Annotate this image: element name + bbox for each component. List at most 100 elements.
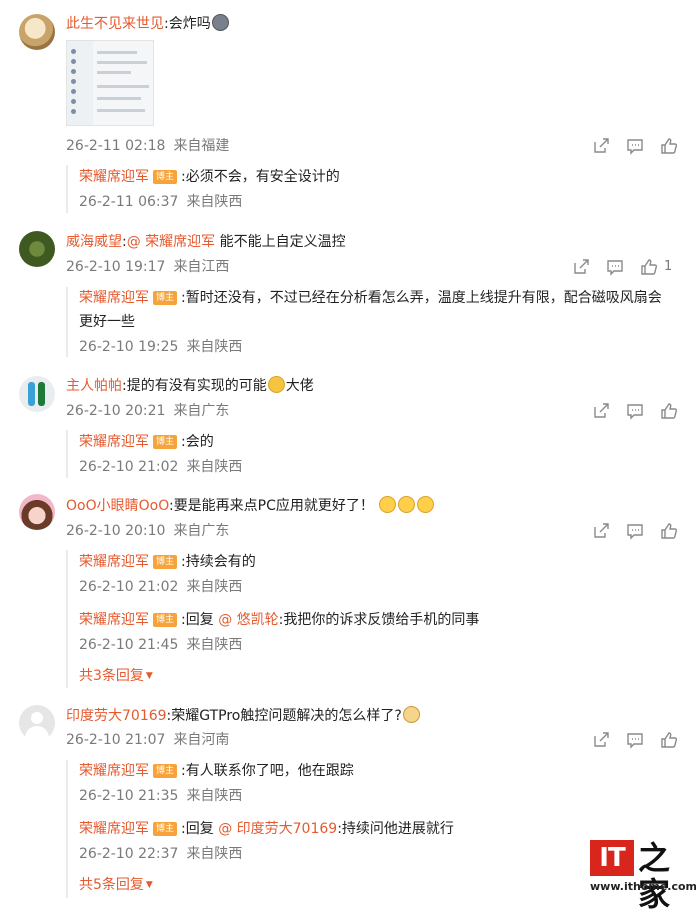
ithome-logo-text: 之家: [638, 839, 671, 913]
reply-divider: [66, 760, 68, 898]
comment-icon[interactable]: [626, 402, 644, 420]
location: 来自陕西: [186, 637, 243, 653]
chevron-down-icon: ▼: [145, 671, 153, 681]
reply-meta: 26-2-10 21:02 来自陕西: [79, 577, 242, 597]
reply-divider: [66, 165, 68, 213]
timestamp: 26-2-10 19:25: [79, 339, 179, 355]
avatar[interactable]: [19, 14, 55, 50]
reply-line: 荣耀席迎军 博主:回复 @ 悠凯轮:我把你的诉求反馈给手机的同事: [79, 612, 480, 628]
comment-text-after: 大佬: [285, 378, 314, 394]
ithome-url: www.ithome.com: [590, 880, 696, 893]
comment-actions: [592, 522, 682, 542]
comment-icon[interactable]: [626, 522, 644, 540]
author-badge: 博主: [153, 822, 178, 836]
username[interactable]: 荣耀席迎军: [79, 763, 149, 779]
share-icon[interactable]: [592, 731, 610, 749]
timestamp: 26-2-10 19:17: [66, 259, 166, 275]
reply-line: 荣耀席迎军 博主:回复 @ 印度劳大70169:持续问他进展就行: [79, 821, 454, 837]
username[interactable]: OoO小眼睛OoO: [66, 498, 169, 514]
reply-line: 荣耀席迎军 博主:必须不会，有安全设计的: [79, 169, 340, 185]
share-icon[interactable]: [592, 137, 610, 155]
reply-line: 荣耀席迎军 博主:有人联系你了吧，他在跟踪: [79, 763, 354, 779]
face-emoji-icon: [267, 376, 285, 393]
username[interactable]: 荣耀席迎军: [79, 612, 149, 628]
comment-1-line: 此生不见来世见:会炸吗: [66, 14, 230, 34]
comment-icon[interactable]: [626, 137, 644, 155]
timestamp: 26-2-10 22:37: [79, 846, 179, 862]
mention-link[interactable]: @ 荣耀席迎军: [127, 234, 215, 250]
avatar[interactable]: [19, 494, 55, 530]
share-icon[interactable]: [592, 402, 610, 420]
reply-divider: [66, 430, 68, 478]
comment-icon[interactable]: [606, 258, 624, 276]
share-icon[interactable]: [592, 522, 610, 540]
comment-meta: 26-2-10 20:10 来自广东: [66, 521, 229, 541]
comment-2-line: 威海威望:@ 荣耀席迎军 能不能上自定义温控: [66, 234, 346, 250]
comment-5-line: 印度劳大70169:荣耀GTPro触控问题解决的怎么样了?: [66, 706, 421, 726]
author-badge: 博主: [153, 291, 178, 305]
like-icon[interactable]: [660, 731, 678, 749]
timestamp: 26-2-10 20:21: [66, 403, 166, 419]
location: 来自广东: [173, 523, 230, 539]
comment-text: 要是能再来点PC应用就更好了！: [173, 498, 374, 514]
location: 来自陕西: [186, 579, 243, 595]
location: 来自陕西: [186, 846, 243, 862]
more-replies-link[interactable]: 共5条回复 ▼: [79, 875, 153, 895]
comment-image-thumbnail[interactable]: [66, 40, 154, 126]
location: 来自广东: [173, 403, 230, 419]
username[interactable]: 荣耀席迎军: [79, 821, 149, 837]
comment-actions: [592, 731, 682, 751]
reply-text: 持续会有的: [185, 554, 256, 570]
location: 来自陕西: [186, 788, 243, 804]
avatar[interactable]: [19, 231, 55, 267]
comment-icon[interactable]: [626, 731, 644, 749]
timestamp: 26-2-11 06:37: [79, 194, 179, 210]
like-icon[interactable]: [660, 402, 678, 420]
wow-emoji-icon: [417, 496, 435, 513]
mention-link[interactable]: @ 悠凯轮: [218, 612, 278, 628]
username[interactable]: 威海威望: [66, 234, 122, 250]
username[interactable]: 印度劳大70169: [66, 708, 167, 724]
reply-text: :持续问他进展就行: [337, 821, 454, 837]
share-icon[interactable]: [572, 258, 590, 276]
reply-meta: 26-2-10 21:02 来自陕西: [79, 457, 242, 477]
more-replies-link[interactable]: 共3条回复 ▼: [79, 666, 153, 686]
timestamp: 26-2-11 02:18: [66, 138, 166, 154]
ithome-watermark: IT 之家 www.ithome.com: [590, 840, 696, 912]
timestamp: 26-2-10 21:02: [79, 459, 179, 475]
username[interactable]: 荣耀席迎军: [79, 169, 149, 185]
reply-meta: 26-2-10 19:25 来自陕西: [79, 337, 242, 357]
username[interactable]: 荣耀席迎军: [79, 554, 149, 570]
username[interactable]: 荣耀席迎军: [79, 290, 149, 306]
ithome-logo: IT: [590, 840, 634, 876]
reply-text: 更好一些: [79, 314, 135, 330]
username[interactable]: 荣耀席迎军: [79, 434, 149, 450]
reply-line: 荣耀席迎军 博主:暂时还没有，不过已经在分析看怎么弄，温度上线提升有限，配合磁吸风…: [79, 290, 662, 306]
username[interactable]: 主人帕帕: [66, 378, 122, 394]
author-badge: 博主: [153, 613, 178, 627]
comment-4-line: OoO小眼睛OoO:要是能再来点PC应用就更好了！: [66, 496, 435, 516]
timestamp: 26-2-10 20:10: [66, 523, 166, 539]
like-icon[interactable]: [640, 258, 658, 276]
location: 来自陕西: [186, 339, 243, 355]
like-icon[interactable]: [660, 137, 678, 155]
reply-meta: 26-2-10 21:35 来自陕西: [79, 786, 242, 806]
like-count: 1: [664, 259, 673, 274]
username[interactable]: 此生不见来世见: [66, 16, 164, 32]
comment-text: 能不能上自定义温控: [219, 234, 346, 250]
avatar[interactable]: [19, 376, 55, 412]
mention-link[interactable]: @ 印度劳大70169: [218, 821, 337, 837]
comment-actions: [592, 402, 682, 422]
reply-line: 荣耀席迎军 博主:会的: [79, 434, 214, 450]
timestamp: 26-2-10 21:45: [79, 637, 179, 653]
avatar[interactable]: [19, 705, 55, 741]
author-badge: 博主: [153, 435, 178, 449]
wow-emoji-icon: [379, 496, 397, 513]
location: 来自福建: [173, 138, 230, 154]
dog-emoji-icon: [402, 706, 420, 723]
like-icon[interactable]: [660, 522, 678, 540]
wow-emoji-icon: [398, 496, 416, 513]
comment-meta: 26-2-10 21:07 来自河南: [66, 730, 229, 750]
comment-actions: 1: [572, 258, 682, 278]
author-badge: 博主: [153, 170, 178, 184]
